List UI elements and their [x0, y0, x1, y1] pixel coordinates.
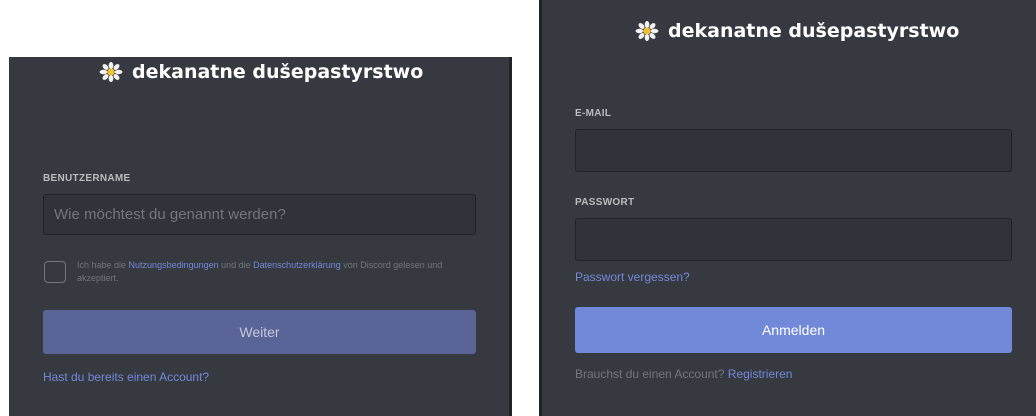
daisy-flower-icon	[99, 62, 123, 82]
daisy-flower-icon	[635, 21, 659, 41]
register-panel: dekanatne dušepastyrstwo BENUTZERNAME Ic…	[9, 57, 512, 416]
terms-checkbox[interactable]	[44, 261, 66, 283]
username-label: BENUTZERNAME	[43, 173, 131, 184]
brand-header: dekanatne dušepastyrstwo	[98, 61, 423, 83]
username-input[interactable]	[43, 194, 476, 235]
terms-text: Ich habe die Nutzungsbedingungen und die…	[77, 259, 457, 285]
password-field[interactable]	[575, 218, 1012, 261]
email-label: E-MAIL	[575, 108, 612, 119]
privacy-policy-link[interactable]: Datenschutzerklärung	[253, 260, 341, 270]
brand-header: dekanatne dušepastyrstwo	[634, 20, 959, 42]
login-button[interactable]: Anmelden	[575, 307, 1012, 353]
login-panel: dekanatne dušepastyrstwo E-MAIL PASSWORT…	[539, 0, 1036, 416]
terms-of-service-link[interactable]: Nutzungsbedingungen	[129, 260, 219, 270]
brand-name: dekanatne dušepastyrstwo	[668, 20, 960, 42]
need-account-row: Brauchst du einen Account? Registrieren	[575, 367, 792, 381]
email-field[interactable]	[575, 129, 1012, 172]
need-account-text: Brauchst du einen Account?	[575, 367, 725, 381]
password-label: PASSWORT	[575, 197, 635, 208]
continue-button[interactable]: Weiter	[43, 310, 476, 354]
register-link[interactable]: Registrieren	[728, 367, 793, 381]
brand-name: dekanatne dušepastyrstwo	[132, 61, 424, 83]
have-account-link[interactable]: Hast du bereits einen Account?	[43, 370, 209, 384]
forgot-password-link[interactable]: Passwort vergessen?	[575, 270, 690, 284]
terms-prefix: Ich habe die	[77, 260, 129, 270]
terms-middle: und die	[218, 260, 254, 270]
